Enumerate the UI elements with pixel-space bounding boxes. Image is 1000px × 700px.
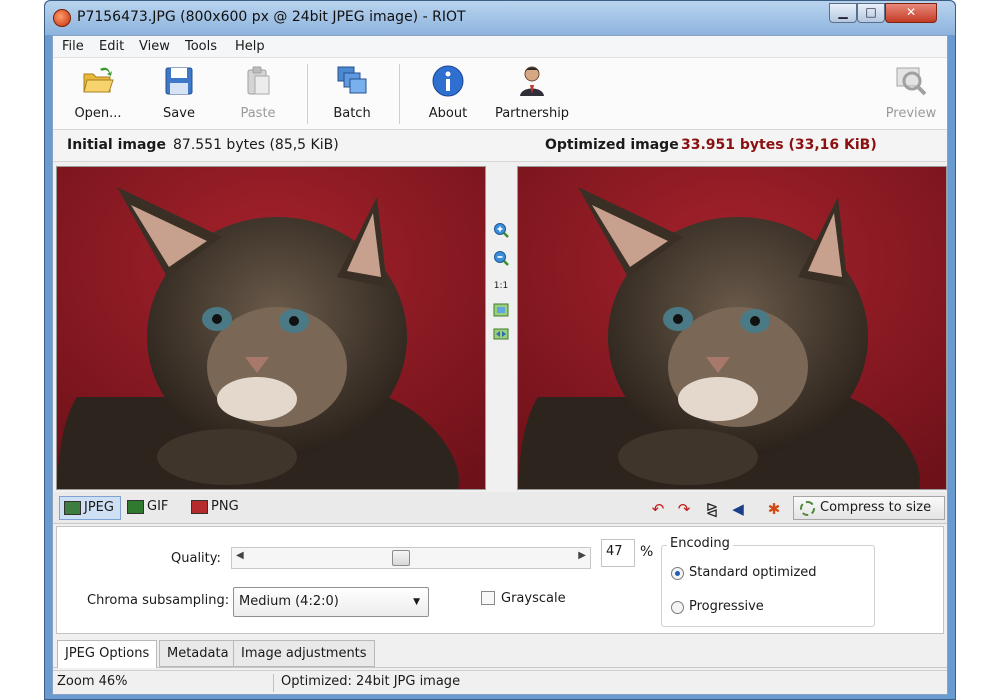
flip-vertical-icon[interactable]: ◀ bbox=[729, 501, 747, 517]
quality-label: Quality: bbox=[171, 551, 221, 566]
compress-to-size-button[interactable]: Compress to size bbox=[793, 496, 945, 520]
toolbar-separator bbox=[307, 64, 308, 124]
toolbar-separator bbox=[399, 64, 400, 124]
encoding-title: Encoding bbox=[667, 536, 733, 551]
jpeg-file-icon bbox=[64, 501, 81, 515]
title-bar[interactable]: P7156473.JPG (800x600 px @ 24bit JPEG im… bbox=[45, 1, 955, 35]
tab-metadata[interactable]: Metadata bbox=[159, 640, 237, 667]
menu-bar: File Edit View Tools Help bbox=[53, 36, 947, 58]
zoom-1-to-1-button[interactable]: 1:1 bbox=[493, 278, 509, 294]
rotate-right-icon[interactable]: ↷ bbox=[675, 501, 693, 517]
floppy-disk-icon bbox=[165, 67, 193, 95]
batch-label: Batch bbox=[333, 106, 371, 121]
format-tab-png[interactable]: PNG bbox=[187, 496, 245, 520]
slider-right-arrow-icon[interactable]: ▶ bbox=[578, 550, 586, 561]
quality-percent-unit: % bbox=[640, 544, 654, 560]
compress-to-size-label: Compress to size bbox=[820, 500, 932, 515]
gif-file-icon bbox=[127, 500, 144, 514]
about-label: About bbox=[428, 106, 468, 121]
app-window: P7156473.JPG (800x600 px @ 24bit JPEG im… bbox=[44, 0, 956, 700]
paste-button[interactable]: Paste bbox=[231, 62, 285, 126]
format-tab-gif[interactable]: GIF bbox=[123, 496, 174, 520]
client-area: File Edit View Tools Help Open... Save P… bbox=[52, 35, 948, 695]
open-button[interactable]: Open... bbox=[67, 62, 129, 126]
status-separator bbox=[273, 674, 274, 692]
paste-icon bbox=[247, 66, 270, 95]
menu-view[interactable]: View bbox=[139, 39, 170, 54]
menu-file[interactable]: File bbox=[62, 39, 84, 54]
chroma-subsampling-label: Chroma subsampling: bbox=[87, 593, 230, 608]
window-title: P7156473.JPG (800x600 px @ 24bit JPEG im… bbox=[77, 9, 466, 25]
preview-magnifier-icon bbox=[896, 67, 927, 96]
initial-image-heading: Initial image bbox=[67, 137, 166, 153]
gear-icon bbox=[800, 501, 815, 516]
paste-label: Paste bbox=[240, 106, 276, 121]
format-tab-label: JPEG bbox=[84, 500, 114, 515]
format-bar: JPEG GIF PNG ↶ ↷ ⧎ ◀ ✱ Compress to size bbox=[53, 492, 947, 524]
chroma-selected-value: Medium (4:2:0) bbox=[239, 594, 339, 609]
kitten-photo-optimized bbox=[518, 167, 946, 489]
initial-image-pane[interactable] bbox=[56, 166, 486, 490]
batch-icon bbox=[337, 66, 367, 94]
grayscale-checkbox[interactable] bbox=[481, 591, 495, 605]
batch-button[interactable]: Batch bbox=[321, 62, 383, 126]
preview-label: Preview bbox=[885, 106, 937, 121]
tab-image-adjustments[interactable]: Image adjustments bbox=[233, 640, 375, 667]
zoom-controls: 1:1 bbox=[487, 212, 515, 352]
user-icon bbox=[520, 66, 544, 96]
optimized-image-heading: Optimized image bbox=[545, 137, 679, 153]
preview-button[interactable]: Preview bbox=[883, 62, 939, 126]
radio-standard-optimized[interactable] bbox=[671, 567, 684, 580]
radio-progressive[interactable] bbox=[671, 601, 684, 614]
tab-jpeg-options[interactable]: JPEG Options bbox=[57, 640, 158, 668]
info-icon bbox=[432, 65, 464, 97]
progressive-label: Progressive bbox=[689, 599, 764, 614]
png-file-icon bbox=[191, 500, 208, 514]
menu-tools[interactable]: Tools bbox=[185, 39, 217, 54]
menu-edit[interactable]: Edit bbox=[99, 39, 124, 54]
quality-value-field[interactable]: 47 bbox=[601, 539, 635, 567]
format-tab-label: GIF bbox=[147, 499, 169, 514]
status-zoom: Zoom 46% bbox=[57, 674, 128, 689]
zoom-out-icon[interactable] bbox=[493, 250, 509, 266]
maximize-button[interactable]: □ bbox=[857, 3, 885, 23]
status-bar: Zoom 46% Optimized: 24bit JPG image bbox=[53, 670, 947, 694]
menu-help[interactable]: Help bbox=[235, 39, 265, 54]
about-button[interactable]: About bbox=[417, 62, 479, 126]
slider-thumb[interactable] bbox=[392, 550, 410, 566]
fit-to-window-icon[interactable] bbox=[493, 302, 509, 318]
jpeg-options-panel: Quality: ◀ ▶ 47 % Chroma subsampling: Me… bbox=[56, 526, 944, 634]
chroma-subsampling-select[interactable]: Medium (4:2:0) ▼ bbox=[233, 587, 429, 617]
slider-left-arrow-icon[interactable]: ◀ bbox=[236, 550, 244, 561]
save-label: Save bbox=[163, 106, 195, 121]
kitten-photo-initial bbox=[57, 167, 485, 489]
open-label: Open... bbox=[74, 106, 122, 121]
quality-slider[interactable]: ◀ ▶ bbox=[231, 547, 591, 569]
format-tab-label: PNG bbox=[211, 499, 239, 514]
save-button[interactable]: Save bbox=[153, 62, 205, 126]
image-header: Initial image 87.551 bytes (85,5 KiB) Op… bbox=[53, 130, 947, 162]
toolbar: Open... Save Paste Batch About Partnersh… bbox=[53, 58, 947, 130]
close-button[interactable]: ✕ bbox=[885, 3, 937, 23]
standard-optimized-label: Standard optimized bbox=[689, 565, 817, 580]
partnership-label: Partnership bbox=[494, 106, 570, 121]
partnership-button[interactable]: Partnership bbox=[489, 62, 575, 126]
swap-view-icon[interactable] bbox=[493, 326, 509, 342]
initial-image-size: 87.551 bytes (85,5 KiB) bbox=[173, 137, 339, 153]
rotate-left-icon[interactable]: ↶ bbox=[649, 501, 667, 517]
folder-open-icon bbox=[83, 67, 114, 93]
zoom-in-icon[interactable] bbox=[493, 222, 509, 238]
options-tabs: JPEG Options Metadata Image adjustments bbox=[53, 636, 947, 668]
flip-horizontal-icon[interactable]: ⧎ bbox=[703, 501, 721, 517]
minimize-button[interactable]: ▁ bbox=[829, 3, 857, 23]
optimized-image-pane[interactable] bbox=[517, 166, 947, 490]
optimized-image-size: 33.951 bytes (33,16 KiB) bbox=[681, 137, 877, 153]
encoding-groupbox bbox=[661, 545, 875, 627]
riot-app-icon bbox=[53, 9, 71, 27]
format-tab-jpeg[interactable]: JPEG bbox=[59, 496, 121, 520]
crop-icon[interactable]: ✱ bbox=[765, 501, 783, 517]
chevron-down-icon: ▼ bbox=[413, 597, 420, 607]
grayscale-label: Grayscale bbox=[501, 591, 566, 606]
status-info: Optimized: 24bit JPG image bbox=[281, 674, 461, 689]
